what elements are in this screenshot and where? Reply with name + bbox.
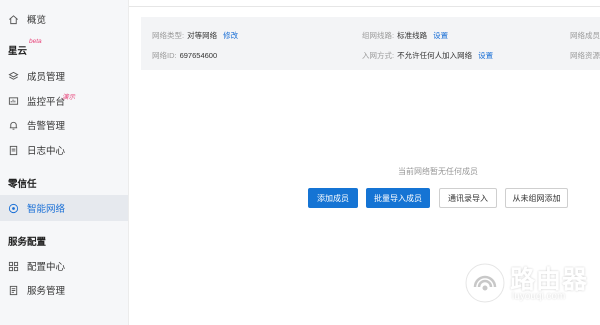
sidebar-item-label: 日志中心 [27,146,66,157]
sidebar-item-label: 成员管理 [27,72,66,83]
router-logo-icon [465,263,505,303]
sidebar-item-label: 告警管理 [27,121,66,132]
top-divider [129,0,600,7]
file-list-icon [8,285,19,296]
bell-icon [8,120,19,131]
network-resources-label: 网络资源 [570,51,600,60]
home-icon [8,14,19,25]
sidebar-item-log-center[interactable]: 日志中心 [0,137,128,163]
sidebar-item-service-management[interactable]: 服务管理 [0,277,128,303]
sidebar-item-alarm-management[interactable]: 告警管理 [0,112,128,138]
document-icon [8,145,19,156]
sidebar-item-label: 服务管理 [27,286,66,297]
sidebar: 概览 星云 beta 成员管理 监控平台 演示 告警管理 日志中心 零信任 智能… [0,0,129,325]
network-line-set-link[interactable]: 设置 [433,31,448,40]
batch-import-button[interactable]: 批量导入成员 [366,188,430,208]
layers-icon [8,71,19,82]
network-line-field: 组网线路: 标准线路 设置 [362,30,448,41]
empty-members-text: 当前网络暂无任何成员 [398,167,478,176]
group-title-zero-trust: 零信任 [8,179,37,190]
add-member-button[interactable]: 添加成员 [308,188,358,208]
group-title-xingyun: 星云 [8,46,28,57]
sidebar-item-label: 监控平台 [27,97,66,108]
sidebar-item-overview[interactable]: 概览 [0,6,128,32]
contacts-import-button[interactable]: 通讯录导入 [439,188,497,208]
join-method-field: 入网方式: 不允许任何人加入网络 设置 [362,50,493,61]
join-method-label: 入网方式: [362,51,395,60]
network-id-value: 697654600 [179,51,218,60]
network-line-label: 组网线路: [362,31,395,40]
network-icon [8,203,19,214]
beta-badge: beta [29,38,42,45]
network-info-card: 网络类型: 对等网络 修改 网络ID: 697654600 组网线路: 标准线路 设置 入… [141,17,600,70]
grid-icon [8,261,19,272]
network-members-field: 网络成员 [570,30,600,41]
group-title-service-config: 服务配置 [8,237,47,248]
add-from-network-button[interactable]: 从未组网添加 [505,188,568,208]
sidebar-item-config-center[interactable]: 配置中心 [0,253,128,279]
join-method-value: 不允许任何人加入网络 [397,51,473,60]
network-type-value: 对等网络 [187,31,218,40]
sidebar-item-smart-network[interactable]: 智能网络 [0,195,128,221]
sidebar-item-label: 智能网络 [27,204,66,215]
network-type-field: 网络类型: 对等网络 修改 [152,30,238,41]
network-type-edit-link[interactable]: 修改 [223,31,238,40]
network-id-label: 网络ID: [152,51,177,60]
network-type-label: 网络类型: [152,31,185,40]
network-resources-field: 网络资源 [570,50,600,61]
network-line-value: 标准线路 [397,31,428,40]
watermark: 路由器 luyouqi.com [462,260,592,312]
sidebar-item-label: 概览 [27,15,47,26]
watermark-text-en: luyouqi.com [512,291,566,302]
network-members-label: 网络成员 [570,31,600,40]
network-id-field: 网络ID: 697654600 [152,50,217,61]
sidebar-item-label: 配置中心 [27,262,66,273]
join-method-set-link[interactable]: 设置 [478,51,493,60]
monitor-icon [8,96,19,107]
sidebar-item-member-management[interactable]: 成员管理 [0,63,128,89]
demo-badge: 演示 [62,94,75,101]
